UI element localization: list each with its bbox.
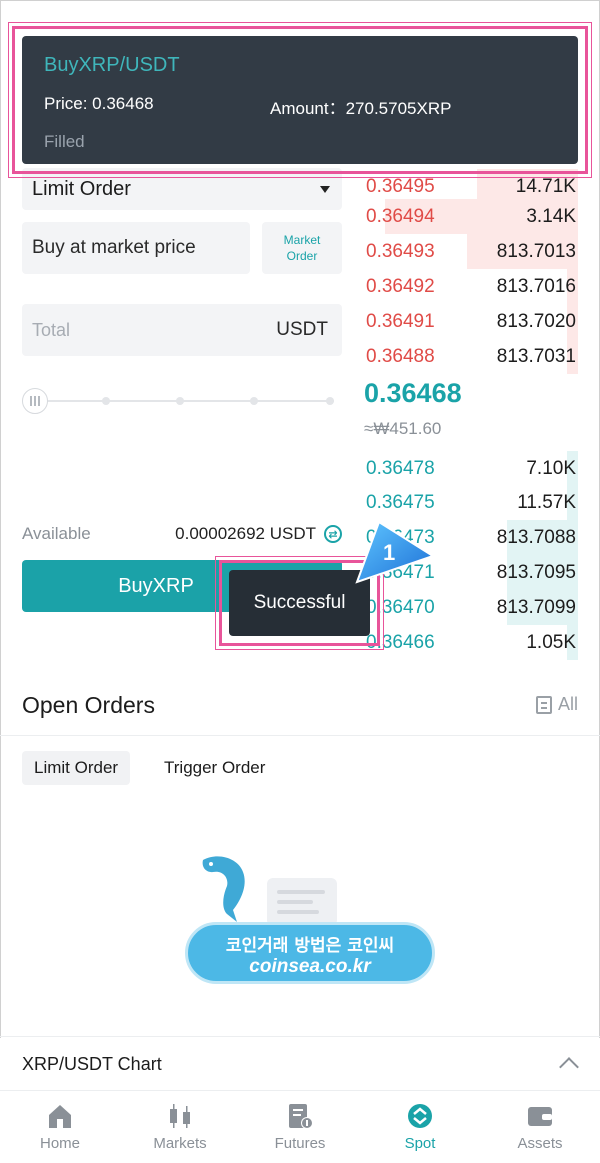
bid-row[interactable]: 0.36475 11.57K (364, 485, 578, 520)
order-type-select[interactable]: Limit Order (22, 168, 342, 210)
bid-quantity: 813.7099 (496, 597, 576, 618)
total-input[interactable]: Total USDT (22, 304, 342, 356)
highlight-box (8, 22, 592, 178)
available-value: 0.00002692 USDT (175, 524, 316, 543)
watermark-english: coinsea.co.kr (249, 956, 371, 977)
nav-item-spot[interactable]: Spot (360, 1091, 480, 1163)
wallet-icon (528, 1107, 552, 1126)
last-price: 0.36468 (364, 378, 462, 408)
chevron-up-icon[interactable] (559, 1057, 579, 1077)
bottom-nav: Home Markets Futures Spot Assets (0, 1090, 600, 1163)
chart-section-title: XRP/USDT Chart (22, 1054, 162, 1074)
nav-label: Spot (404, 1135, 436, 1152)
price-input-value: Buy at market price (32, 237, 196, 258)
ask-quantity: 14.71K (515, 176, 576, 197)
divider (0, 1036, 600, 1037)
ask-quantity: 3.14K (526, 206, 576, 227)
ask-quantity: 813.7031 (496, 346, 576, 367)
placeholder-card (267, 878, 337, 926)
amount-slider[interactable] (22, 386, 334, 416)
nav-label: Home (39, 1135, 80, 1152)
price-input[interactable]: Buy at market price (22, 222, 250, 274)
home-icon (49, 1105, 71, 1128)
futures-icon (289, 1104, 313, 1129)
ask-row[interactable]: 0.36493 813.7013 (364, 234, 578, 269)
total-unit: USDT (276, 319, 328, 340)
divider (0, 735, 600, 736)
bid-quantity: 813.7088 (496, 527, 576, 548)
document-icon (535, 695, 552, 714)
last-price-fiat: ≈₩451.60 (364, 419, 442, 438)
callout-number: 1 (383, 540, 395, 565)
caret-down-icon (320, 185, 330, 193)
slider-mark (102, 397, 110, 405)
ask-price: 0.36491 (366, 311, 435, 332)
nav-label: Markets (153, 1135, 207, 1152)
ask-price: 0.36492 (366, 276, 435, 297)
slider-mark (326, 397, 334, 405)
bid-row[interactable]: 0.36478 7.10K (364, 451, 578, 486)
ask-quantity: 813.7016 (496, 276, 576, 297)
ask-price: 0.36495 (366, 176, 435, 197)
available-label: Available (22, 524, 91, 543)
bid-row[interactable]: 0.36470 813.7099 (364, 590, 578, 625)
ask-row[interactable]: 0.36488 813.7031 (364, 339, 578, 374)
bid-quantity: 11.57K (517, 492, 576, 513)
all-orders-label: All (557, 694, 578, 714)
ask-price: 0.36493 (366, 241, 435, 262)
available-balance: Available 0.00002692 USDT ⇄ (22, 522, 342, 546)
slider-handle[interactable] (22, 388, 48, 414)
dolphin-icon (202, 856, 245, 922)
slider-mark (176, 397, 184, 405)
ask-price: 0.36494 (366, 206, 435, 227)
ask-quantity: 813.7020 (496, 311, 576, 332)
ask-quantity: 813.7013 (496, 241, 576, 262)
nav-label: Futures (274, 1135, 326, 1152)
ask-row[interactable]: 0.36491 813.7020 (364, 304, 578, 339)
watermark-badge: 코인거래 방법은 코인씨 coinsea.co.kr (185, 922, 435, 984)
buy-button-label: BuyXRP (118, 574, 194, 597)
ask-row[interactable]: 0.36494 3.14K (364, 199, 578, 234)
chart-section-header[interactable]: XRP/USDT Chart (0, 1038, 600, 1090)
watermark-korean: 코인거래 방법은 코인씨 (225, 936, 395, 956)
tab-trigger-order[interactable]: Trigger Order (152, 751, 277, 785)
watermark: 코인거래 방법은 코인씨 coinsea.co.kr (185, 850, 435, 990)
total-placeholder: Total (32, 319, 71, 340)
open-orders-title: Open Orders (22, 692, 155, 718)
order-type-label: Limit Order (32, 177, 131, 200)
bid-price: 0.36475 (366, 492, 435, 513)
ask-row[interactable]: 0.36492 813.7016 (364, 269, 578, 304)
all-orders-link[interactable]: All (535, 694, 578, 715)
nav-item-futures[interactable]: Futures (240, 1091, 360, 1163)
nav-label: Assets (517, 1135, 563, 1152)
bid-row[interactable]: 0.36466 1.05K (364, 625, 578, 660)
spot-icon (408, 1104, 432, 1128)
ask-price: 0.36488 (366, 346, 435, 367)
candlestick-icon (170, 1104, 190, 1128)
nav-item-home[interactable]: Home (0, 1091, 120, 1163)
bid-quantity: 7.10K (526, 458, 576, 479)
bid-quantity: 813.7095 (496, 562, 576, 583)
transfer-icon[interactable]: ⇄ (324, 525, 342, 543)
market-order-button[interactable]: Market Order (262, 222, 342, 274)
step-callout-icon: 1 (355, 520, 435, 584)
slider-mark (250, 397, 258, 405)
bid-price: 0.36478 (366, 458, 435, 479)
nav-item-markets[interactable]: Markets (120, 1091, 240, 1163)
nav-item-assets[interactable]: Assets (480, 1091, 600, 1163)
bid-quantity: 1.05K (526, 632, 576, 653)
tab-limit-order[interactable]: Limit Order (22, 751, 131, 785)
